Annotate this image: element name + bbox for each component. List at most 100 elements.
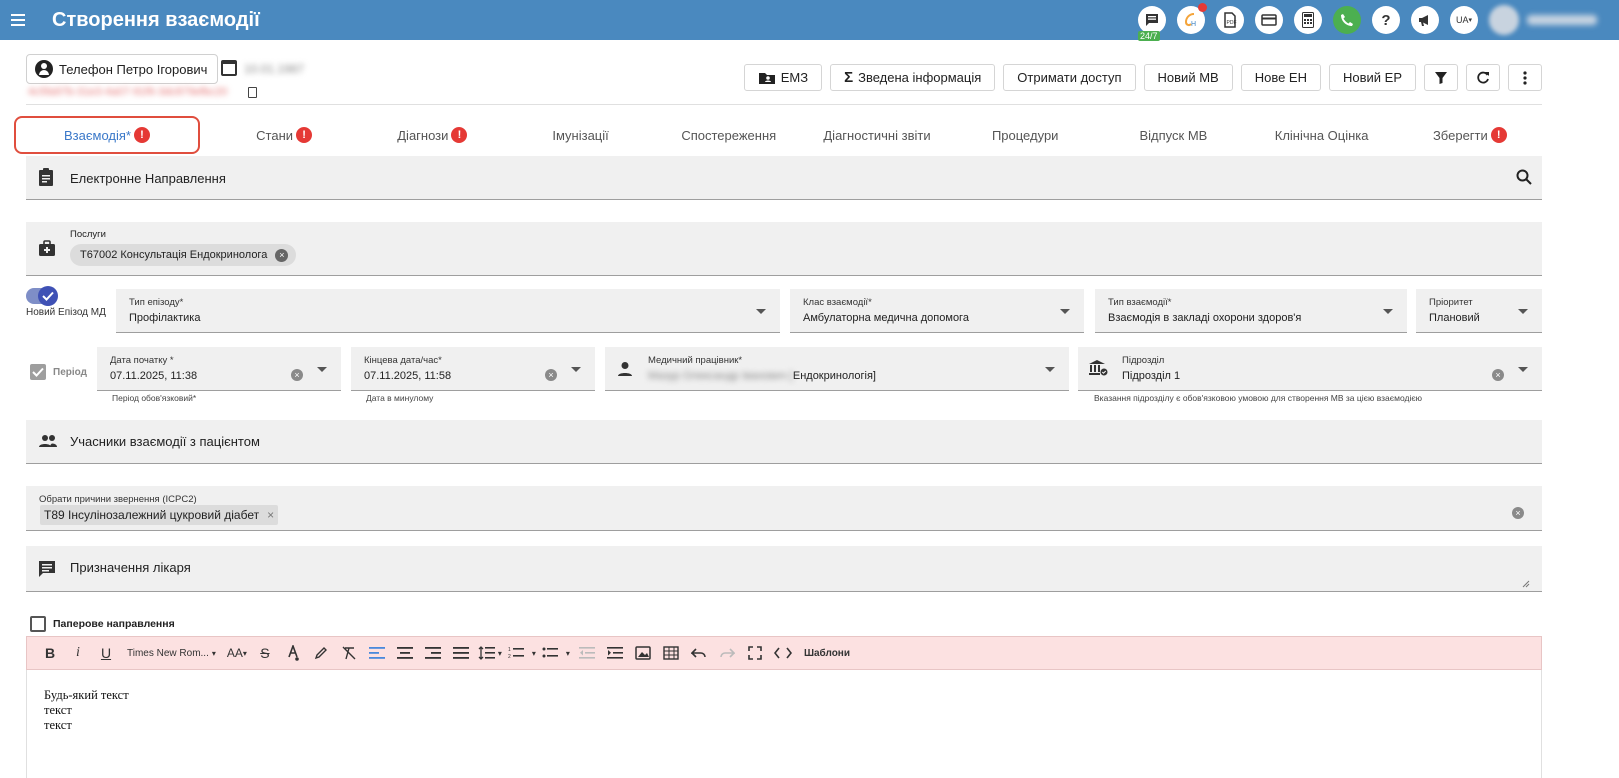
practitioner-select[interactable]: Медичний працівник* Мазур Олександр Іван… <box>605 347 1069 391</box>
tab-procedures[interactable]: Процедури <box>951 116 1099 154</box>
filter-icon[interactable] <box>1424 64 1458 91</box>
templates-button[interactable]: Шаблони <box>798 640 856 666</box>
lang-label: UA <box>1455 15 1469 25</box>
highlight-icon[interactable] <box>308 640 334 666</box>
account-circle-icon <box>35 60 53 78</box>
chevron-down-icon[interactable] <box>1518 367 1528 372</box>
new-en-button[interactable]: Нове ЕН <box>1240 64 1321 91</box>
tab-conditions[interactable]: Стани! <box>210 116 358 154</box>
period-checkbox[interactable] <box>30 364 46 380</box>
font-family-select[interactable]: Times New Rom... ▾ <box>121 640 222 666</box>
chevron-down-icon[interactable] <box>317 367 327 372</box>
chatbot-icon[interactable]: H <box>1177 3 1207 34</box>
tab-observations[interactable]: Спостереження <box>655 116 803 154</box>
tab-encounter[interactable]: Взаємодія*! <box>14 116 200 154</box>
prescription-panel[interactable]: Призначення лікаря <box>26 546 1542 592</box>
paper-referral-checkbox[interactable] <box>30 616 46 632</box>
calculator-icon[interactable] <box>1294 6 1322 34</box>
help-icon[interactable]: ? <box>1372 6 1400 34</box>
chevron-down-icon[interactable] <box>571 367 581 372</box>
notification-dot <box>1198 3 1207 12</box>
user-menu[interactable] <box>1489 3 1609 37</box>
referral-panel[interactable]: Електронне Направлення <box>26 156 1542 200</box>
tab-clinical-assessment[interactable]: Клінічна Оцінка <box>1248 116 1396 154</box>
support-247-badge: 24/7 <box>1138 31 1160 41</box>
align-left-icon[interactable] <box>364 640 390 666</box>
align-right-icon[interactable] <box>420 640 446 666</box>
clear-icon[interactable]: × <box>1512 507 1524 519</box>
chevron-down-icon <box>1383 309 1393 314</box>
pdf-icon[interactable]: PDF <box>1216 6 1244 34</box>
start-date-field[interactable]: Дата початку * 07.11.2025, 11:38 × <box>97 347 341 391</box>
tab-immunizations[interactable]: Імунізації <box>506 116 654 154</box>
underline-button[interactable]: U <box>93 640 119 666</box>
summary-button[interactable]: Σ Зведена інформація <box>830 64 996 91</box>
chip-remove-icon[interactable]: × <box>267 508 274 522</box>
italic-button[interactable]: i <box>65 640 91 666</box>
new-er-button[interactable]: Новий ЕР <box>1328 64 1416 91</box>
megaphone-icon[interactable] <box>1411 6 1439 34</box>
priority-label: Пріоритет <box>1429 297 1473 308</box>
card-icon[interactable] <box>1255 6 1283 34</box>
chip-remove-icon[interactable]: × <box>275 248 289 262</box>
phone-icon[interactable] <box>1333 6 1361 34</box>
align-justify-icon[interactable] <box>448 640 474 666</box>
tab-save[interactable]: Зберегти! <box>1396 116 1544 154</box>
encounter-type-select[interactable]: Тип взаємодії* Взаємодія в закладі охоро… <box>1095 289 1407 333</box>
redo-icon[interactable] <box>714 640 740 666</box>
clear-icon[interactable]: × <box>291 369 303 381</box>
svg-text:2: 2 <box>508 654 511 660</box>
priority-select[interactable]: Пріоритет Плановий <box>1416 289 1542 333</box>
code-view-icon[interactable] <box>770 640 796 666</box>
bold-button[interactable]: B <box>37 640 63 666</box>
chevron-down-icon <box>756 309 766 314</box>
more-vert-icon[interactable] <box>1508 64 1542 91</box>
encounter-class-select[interactable]: Клас взаємодії* Амбулаторна медична допо… <box>790 289 1084 333</box>
align-center-icon[interactable] <box>392 640 418 666</box>
tab-diagnostic-reports[interactable]: Діагностичні звіти <box>803 116 951 154</box>
line-height-icon[interactable]: ▾ <box>476 640 504 666</box>
lang-icon[interactable]: UA ▾ <box>1450 6 1478 34</box>
emz-button[interactable]: ЕМЗ <box>743 64 823 91</box>
get-access-button[interactable]: Отримати доступ <box>1003 64 1136 91</box>
reason-chip[interactable]: T89 Інсулінозалежний цукровий діабет × <box>40 505 279 525</box>
clear-format-icon[interactable] <box>336 640 362 666</box>
ordered-list-icon[interactable]: 1 2 ▾ <box>506 640 538 666</box>
copy-icon[interactable] <box>248 87 257 98</box>
end-date-field[interactable]: Кінцева дата/час* 07.11.2025, 11:58 × <box>351 347 595 391</box>
services-label: Послуги <box>70 229 106 240</box>
outdent-icon[interactable] <box>574 640 600 666</box>
division-select[interactable]: Підрозділ Підрозділ 1 × <box>1078 347 1542 391</box>
tab-diagnoses[interactable]: Діагнози! <box>358 116 506 154</box>
new-mv-button[interactable]: Новий МВ <box>1143 64 1233 91</box>
participants-panel[interactable]: Учасники взаємодії з пацієнтом <box>26 420 1542 464</box>
reasons-select[interactable]: Обрати причини звернення (ICPC2) T89 Інс… <box>26 486 1542 531</box>
tab-dispense[interactable]: Відпуск МВ <box>1099 116 1247 154</box>
episode-type-select[interactable]: Тип епізоду* Профілактика <box>116 289 780 333</box>
patient-chip[interactable]: Телефон Петро Ігорович <box>26 54 219 84</box>
text-color-icon[interactable] <box>280 640 306 666</box>
clear-icon[interactable]: × <box>1492 369 1504 381</box>
user-name-blurred <box>1527 15 1597 25</box>
folder-account-icon <box>758 72 775 84</box>
hamburger-menu-icon[interactable] <box>0 0 36 40</box>
refresh-icon[interactable] <box>1466 64 1500 91</box>
bullet-list-icon[interactable]: ▾ <box>540 640 572 666</box>
undo-icon[interactable] <box>686 640 712 666</box>
indent-icon[interactable] <box>602 640 628 666</box>
practitioner-name-blurred: Мазур Олександр Іванович [ <box>648 370 793 382</box>
strikethrough-icon[interactable]: S <box>252 640 278 666</box>
service-chip-label: T67002 Консультація Ендокринолога <box>80 249 268 261</box>
fullscreen-icon[interactable] <box>742 640 768 666</box>
font-size-select[interactable]: AA ▾ <box>224 640 250 666</box>
resize-handle-icon[interactable] <box>1522 580 1530 588</box>
new-episode-toggle[interactable] <box>26 286 58 306</box>
chat-icon[interactable]: 24/7 <box>1138 6 1166 41</box>
service-chip[interactable]: T67002 Консультація Ендокринолога × <box>70 244 297 266</box>
rich-text-editor[interactable]: Будь-який текст текст текст <box>26 670 1542 778</box>
clear-icon[interactable]: × <box>545 369 557 381</box>
table-icon[interactable] <box>658 640 684 666</box>
image-icon[interactable] <box>630 640 656 666</box>
search-icon[interactable] <box>1516 169 1532 185</box>
division-hint: Вказання підрозділу є обов'язковою умово… <box>1094 393 1423 403</box>
